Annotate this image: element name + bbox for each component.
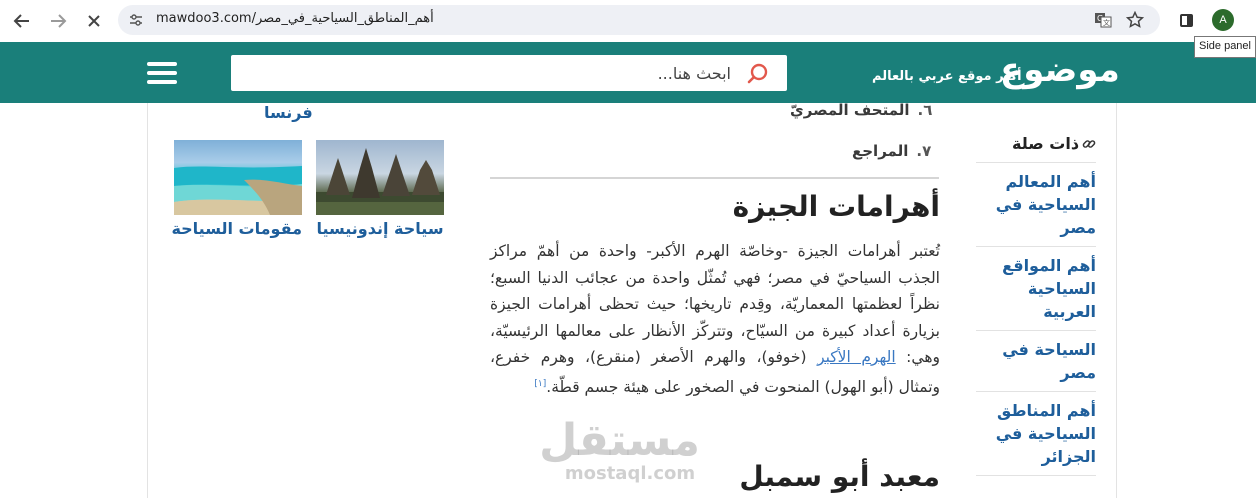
reference-link[interactable]: [١] — [534, 379, 546, 389]
browser-toolbar: mawdoo3.com/أهم_المناطق_السياحية_في_مصر … — [0, 0, 1256, 42]
section-divider — [490, 177, 939, 179]
toc-label: المتحف المصريّ — [790, 101, 910, 119]
list-item: أهم المعالم السياحية في مصر — [976, 162, 1096, 246]
related-link[interactable]: أهم المناطق السياحية في الجزائر — [996, 401, 1096, 466]
list-item: أهم المواقع السياحية العربية — [976, 246, 1096, 330]
toc-item-museum[interactable]: ٦. المتحف المصريّ — [790, 101, 932, 119]
stop-loading-icon[interactable] — [80, 7, 108, 35]
section-heading-abu-simbel: معبد أبو سمبل — [739, 460, 940, 493]
related-card-tourism-elements[interactable]: مقومات السياحة — [171, 140, 302, 238]
related-link[interactable]: أهم المواقع السياحية العربية — [1002, 256, 1096, 321]
side-panel-icon — [1179, 13, 1193, 27]
toc-item-references[interactable]: ٧. المراجع — [852, 142, 931, 160]
search-box — [231, 55, 787, 91]
url-text[interactable]: mawdoo3.com/أهم_المناطق_السياحية_في_مصر — [156, 11, 434, 26]
section-heading-giza: أهرامات الجيزة — [732, 190, 940, 223]
site-info-icon[interactable] — [128, 12, 144, 28]
search-icon[interactable] — [747, 62, 769, 84]
link-icon — [1082, 137, 1096, 155]
related-link[interactable]: أهم المعالم السياحية في مصر — [996, 172, 1096, 237]
translate-icon[interactable]: G文 — [1094, 11, 1112, 29]
mostaql-watermark: مستقل mostaql.com — [539, 415, 700, 484]
profile-avatar[interactable]: A — [1212, 9, 1234, 31]
great-pyramid-link[interactable]: الهرم الأكبر — [817, 348, 896, 366]
article-paragraph: تُعتبر أهرامات الجيزة -وخاصّة الهرم الأك… — [490, 238, 940, 400]
side-panel-button[interactable] — [1174, 8, 1198, 32]
search-input[interactable] — [251, 55, 731, 91]
watermark-latin: mostaql.com — [564, 463, 696, 484]
related-card-indonesia[interactable]: سياحة إندونيسيا — [316, 140, 444, 238]
forward-arrow-icon[interactable] — [44, 7, 72, 35]
side-panel-tooltip: Side panel — [1194, 36, 1256, 58]
toc-number: ٧. — [916, 142, 932, 160]
card-image[interactable] — [316, 140, 444, 215]
related-link[interactable]: السياحة في مصر — [1002, 340, 1096, 382]
bookmark-star-icon[interactable] — [1125, 10, 1145, 29]
card-label[interactable]: سياحة إندونيسيا — [316, 219, 444, 238]
card-label[interactable]: مقومات السياحة — [171, 219, 302, 238]
toc-number: ٦. — [917, 101, 933, 119]
address-bar[interactable]: mawdoo3.com/أهم_المناطق_السياحية_في_مصر … — [118, 5, 1160, 35]
site-header: أكبر موقع عربي بالعالم موضوع — [0, 42, 1256, 103]
menu-hamburger-icon[interactable] — [147, 62, 177, 84]
card-image[interactable] — [174, 140, 302, 215]
related-section-title: ذات صلة — [1012, 134, 1080, 153]
svg-text:文: 文 — [1103, 18, 1110, 27]
toc-label: المراجع — [852, 142, 909, 160]
related-links-list: أهم المعالم السياحية في مصر أهم المواقع … — [976, 162, 1096, 476]
back-arrow-icon[interactable] — [8, 7, 36, 35]
list-item: السياحة في مصر — [976, 330, 1096, 391]
watermark-arabic: مستقل — [539, 415, 700, 466]
site-logo[interactable]: موضوع — [1000, 50, 1120, 90]
list-item: أهم المناطق السياحية في الجزائر — [976, 391, 1096, 476]
card-label-france[interactable]: فرنسا — [264, 103, 313, 122]
